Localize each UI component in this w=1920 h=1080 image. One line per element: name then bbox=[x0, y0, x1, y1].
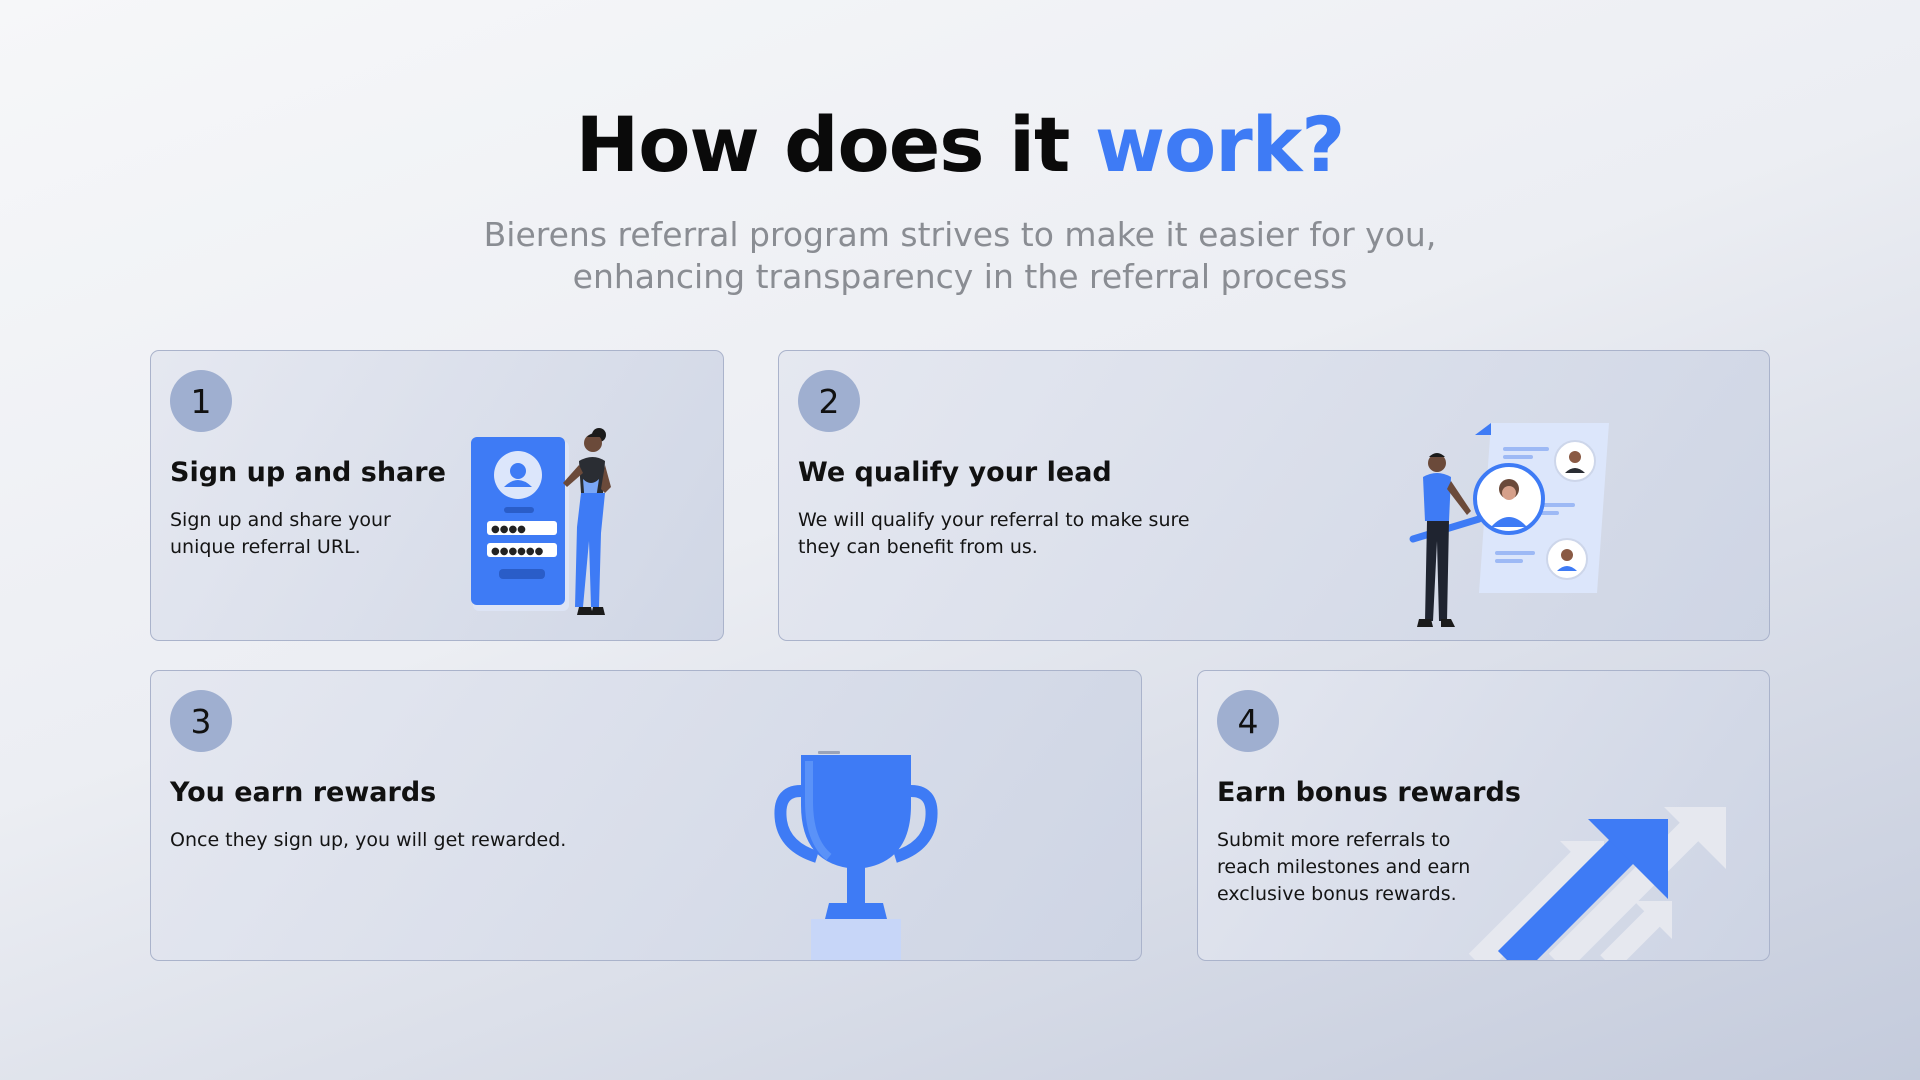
step-description-line: exclusive bonus rewards. bbox=[1217, 883, 1457, 905]
page-subtitle: Bierens referral program strives to make… bbox=[0, 214, 1920, 298]
step-description-line: Sign up and share your bbox=[170, 509, 391, 531]
step-description-line: unique referral URL. bbox=[170, 536, 361, 558]
step-number-badge: 1 bbox=[170, 370, 232, 432]
step-title: We qualify your lead bbox=[798, 457, 1112, 488]
svg-text:●●●●●●: ●●●●●● bbox=[491, 546, 544, 557]
title-main: How does it bbox=[575, 100, 1071, 189]
step-description-line: Once they sign up, you will get rewarded… bbox=[170, 829, 567, 851]
step-card-2: 2 We qualify your lead We will qualify y… bbox=[778, 350, 1770, 641]
subtitle-line-2: enhancing transparency in the referral p… bbox=[572, 257, 1348, 296]
person-with-signup-form-icon: ●●●● ●●●●●● bbox=[471, 428, 611, 615]
step-number-badge: 2 bbox=[798, 370, 860, 432]
step-description: Sign up and share your unique referral U… bbox=[170, 507, 391, 561]
step-title: Sign up and share bbox=[170, 457, 446, 488]
step-description-line: Submit more referrals to bbox=[1217, 829, 1451, 851]
step-number-badge: 4 bbox=[1217, 690, 1279, 752]
step-description-line: they can benefit from us. bbox=[798, 536, 1038, 558]
step-description-line: reach milestones and earn bbox=[1217, 856, 1471, 878]
step-card-4: 4 Earn bonus rewards Submit more referra… bbox=[1197, 670, 1770, 961]
svg-text:●●●●: ●●●● bbox=[491, 524, 526, 535]
step-description: We will qualify your referral to make su… bbox=[798, 507, 1190, 561]
growth-arrows-icon bbox=[1468, 807, 1726, 960]
step-description: Submit more referrals to reach milestone… bbox=[1217, 827, 1470, 908]
page-title: How does it work? bbox=[0, 100, 1920, 189]
step-card-1: 1 Sign up and share Sign up and share yo… bbox=[150, 350, 724, 641]
subtitle-line-1: Bierens referral program strives to make… bbox=[483, 215, 1437, 254]
step-description: Once they sign up, you will get rewarded… bbox=[170, 827, 566, 854]
step-description-line: We will qualify your referral to make su… bbox=[798, 509, 1190, 531]
person-with-magnifier-profiles-icon bbox=[1409, 423, 1609, 627]
trophy-icon bbox=[774, 751, 938, 960]
step-card-3: 3 You earn rewards Once they sign up, yo… bbox=[150, 670, 1142, 961]
title-accent: work? bbox=[1094, 100, 1346, 189]
step-number-badge: 3 bbox=[170, 690, 232, 752]
step-title: You earn rewards bbox=[170, 777, 437, 808]
